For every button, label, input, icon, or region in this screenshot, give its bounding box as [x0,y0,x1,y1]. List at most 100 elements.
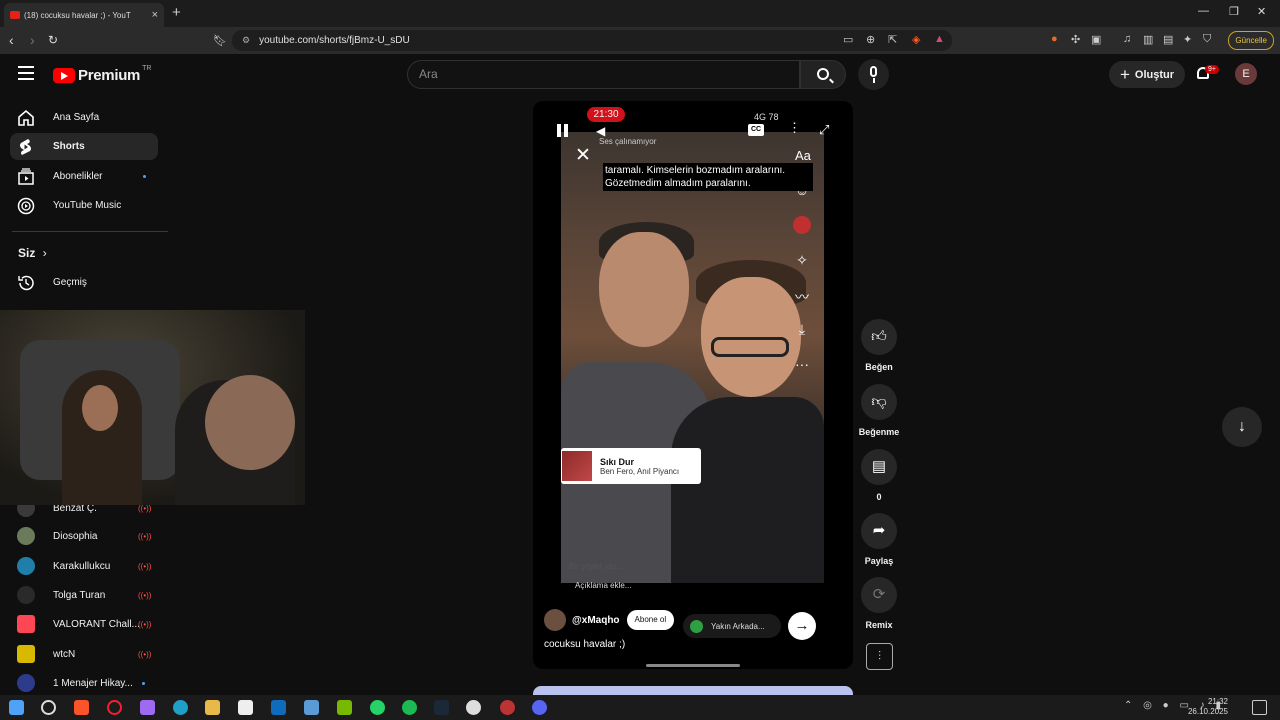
download-icon: ⤓ [798,321,806,337]
forward-icon[interactable]: › [30,32,35,48]
channel-handle[interactable]: @xMaqho [572,615,620,626]
share-button[interactable]: ➦ Paylaş [860,513,898,566]
pause-icon[interactable] [557,124,569,137]
live-indicator-icon: ((•)) [138,590,152,600]
maximize-icon[interactable]: ❐ [1229,5,1239,18]
opera-icon[interactable] [107,700,122,715]
brave-browser-icon[interactable] [74,700,89,715]
share-page-icon[interactable]: ⇱ [888,33,897,46]
app-icon[interactable] [304,700,319,715]
more-options-icon[interactable]: ⋮ [788,120,801,136]
brave-shields-icon[interactable]: ◈ [912,33,920,46]
next-short-arrow-down-icon[interactable]: ↓ [1222,407,1262,447]
account-avatar[interactable]: E [1235,63,1257,85]
zoom-icon[interactable]: ⊕ [866,33,875,46]
live-indicator-icon: ((•)) [138,561,152,571]
captions-button[interactable]: CC [748,124,764,136]
comments-button[interactable]: ▤ 0 [860,449,898,502]
extensions-puzzle-icon[interactable]: ✣ [1071,33,1080,46]
video-title[interactable]: cocuksu havalar ;) [544,639,625,650]
app-icon[interactable] [500,700,515,715]
sidebar-item-label: Shorts [53,141,85,152]
sidebar-subscription-item[interactable]: wtcN ((•)) [17,643,167,665]
phone-status-time: 21:30 [587,107,625,122]
window-close-icon[interactable]: ✕ [1257,5,1266,18]
browser-tab[interactable]: (18) cocuksu havalar ;) - YouT × [4,3,164,27]
system-clock[interactable]: 21:32 26.10.2025 [1188,697,1228,717]
remix-button[interactable]: ⟳ Remix [860,577,898,630]
webcam-overlay [0,310,305,505]
sidebar-item-subscriptions[interactable]: Abonelikler [10,163,158,190]
hamburger-menu-icon[interactable] [18,66,34,80]
sidebar-item-home[interactable]: Ana Sayfa [10,104,158,131]
volume-icon[interactable]: ◀ [596,124,605,138]
remix-icon: ⟳ [861,577,897,613]
music-title: Sıkı Dur [600,456,635,467]
discord-icon[interactable] [532,700,547,715]
wallet-icon[interactable]: ▤ [1163,33,1173,46]
nvidia-icon[interactable] [337,700,352,715]
edge-icon[interactable] [173,700,188,715]
sidebar-subscription-item[interactable]: VALORANT Chall... ((•)) [17,613,167,635]
like-label: Beğen [865,362,893,372]
taskbar-search-icon[interactable] [41,700,56,715]
browser-toolbar: ‹ › ↻ 🔖︎ ⚙︎ youtube.com/shorts/fjBmz-U_s… [0,27,1280,54]
whatsapp-icon[interactable] [370,700,385,715]
channel-avatar [17,527,35,545]
reading-list-icon[interactable]: ▥ [1143,33,1153,46]
notification-center-icon[interactable] [1252,700,1267,715]
outlook-icon[interactable] [271,700,286,715]
microphone-icon [870,66,877,77]
file-explorer-icon[interactable] [205,700,220,715]
back-icon[interactable]: ‹ [9,32,14,48]
site-settings-icon[interactable]: ⚙︎ [242,35,250,46]
sidebar-subscription-item[interactable]: 1 Menajer Hikay... [17,672,167,694]
bookmark-icon[interactable]: 🔖︎ [213,34,227,47]
vpn-icon[interactable]: ⛉ [1203,33,1211,46]
clock-date: 26.10.2025 [1187,707,1228,716]
like-button[interactable]: 👍︎ Beğen [860,319,898,372]
update-button[interactable]: Güncelle [1228,31,1274,50]
search-button[interactable] [800,60,846,89]
windows-start-icon[interactable] [9,700,24,715]
video-caption: taramalı. Kimselerin bozmadım aralarını.… [603,163,813,191]
store-icon[interactable] [238,700,253,715]
sidebar-you-section[interactable]: Siz › [18,246,47,260]
sidebar-subscription-item[interactable]: Diosophia ((•)) [17,525,167,547]
dislike-button[interactable]: 👎︎ Beğenme [856,384,902,437]
search-input[interactable]: Ara [407,60,800,89]
sidebar-item-shorts[interactable]: Shorts [10,133,158,160]
reload-icon[interactable]: ↻ [48,33,58,47]
sidebar-toggle-icon[interactable]: ▣ [1091,33,1101,46]
minimize-icon[interactable]: — [1198,5,1209,17]
channel-avatar[interactable] [544,609,566,631]
copilot-icon[interactable] [140,700,155,715]
sidebar-subscription-item[interactable]: Tolga Turan ((•)) [17,584,167,606]
new-tab-icon[interactable]: + [172,4,181,21]
sidebar-item-youtube-music[interactable]: YouTube Music [10,192,158,219]
green-star-icon [690,619,703,633]
sidebar-item-label: Geçmiş [53,277,87,288]
voice-search-button[interactable] [858,59,889,90]
youtube-premium-logo[interactable]: Premium TR [53,65,151,84]
extension-icon[interactable]: ● [1051,33,1058,45]
sidebar-item-history[interactable]: Geçmiş [10,269,158,296]
brave-rewards-icon[interactable]: ▲ [934,33,945,45]
tab-close-icon[interactable]: × [152,9,158,21]
sidebar-subscription-item[interactable]: Karakullukcu ((•)) [17,555,167,577]
channel-name: wtcN [53,648,76,660]
leo-ai-icon[interactable]: ✦ [1183,33,1192,46]
fullscreen-icon[interactable]: ⤢ [819,122,829,138]
create-button[interactable]: + Oluştur [1109,61,1185,88]
media-icon[interactable]: ♫ [1123,33,1131,45]
plus-icon: + [1119,64,1130,84]
steam-icon[interactable] [434,700,449,715]
sound-waveform-icon[interactable]: ⫶ [866,643,893,670]
logo-wordmark: Premium [78,67,141,84]
app-icon[interactable] [466,700,481,715]
cast-icon[interactable]: ▭ [843,33,853,46]
music-artist: Ben Fero, Anıl Piyancı [600,466,680,476]
subscribe-button[interactable]: Abone ol [626,610,675,630]
share-label: Paylaş [864,556,894,566]
spotify-icon[interactable] [402,700,417,715]
